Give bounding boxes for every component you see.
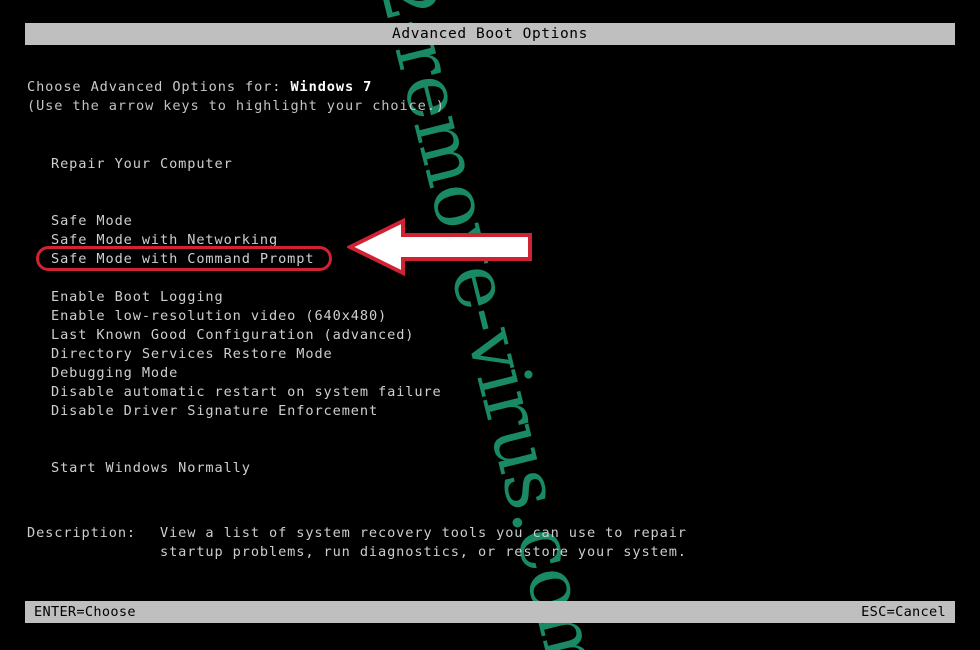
menu-item-enable-low-resolution-video[interactable]: Enable low-resolution video (640x480) xyxy=(51,307,442,326)
choose-options-line: Choose Advanced Options for: Windows 7 xyxy=(27,78,445,97)
window-title-bar: Advanced Boot Options xyxy=(25,23,955,45)
menu-item-repair-your-computer[interactable]: Repair Your Computer xyxy=(51,155,442,174)
description-block: Description: View a list of system recove… xyxy=(27,524,687,562)
menu-item-disable-driver-signature-enforcement[interactable]: Disable Driver Signature Enforcement xyxy=(51,402,442,421)
enter-key-hint[interactable]: ENTER=Choose xyxy=(34,604,136,620)
intro-text-block: Choose Advanced Options for: Windows 7 (… xyxy=(27,78,445,116)
menu-spacer xyxy=(51,421,442,459)
esc-key-hint[interactable]: ESC=Cancel xyxy=(861,604,946,620)
menu-item-last-known-good-configuration[interactable]: Last Known Good Configuration (advanced) xyxy=(51,326,442,345)
page-title: Advanced Boot Options xyxy=(392,26,588,42)
choose-options-prefix: Choose Advanced Options for: xyxy=(27,79,291,95)
menu-item-start-windows-normally[interactable]: Start Windows Normally xyxy=(51,459,442,478)
description-line-1: View a list of system recovery tools you… xyxy=(160,525,687,541)
menu-spacer xyxy=(51,174,442,212)
footer-key-hints-bar: ENTER=Choose ESC=Cancel xyxy=(25,601,955,623)
menu-item-disable-automatic-restart[interactable]: Disable automatic restart on system fail… xyxy=(51,383,442,402)
menu-item-directory-services-restore-mode[interactable]: Directory Services Restore Mode xyxy=(51,345,442,364)
description-text: View a list of system recovery tools you… xyxy=(160,524,687,562)
boot-options-screen: 2-remove-virus.com Advanced Boot Options… xyxy=(0,0,980,650)
boot-options-menu: Repair Your Computer Safe Mode Safe Mode… xyxy=(51,155,442,478)
menu-item-debugging-mode[interactable]: Debugging Mode xyxy=(51,364,442,383)
left-pointing-arrow-icon xyxy=(347,218,532,276)
os-name: Windows 7 xyxy=(290,79,373,95)
arrow-keys-hint: (Use the arrow keys to highlight your ch… xyxy=(27,98,445,114)
menu-item-enable-boot-logging[interactable]: Enable Boot Logging xyxy=(51,288,442,307)
description-line-2: startup problems, run diagnostics, or re… xyxy=(160,544,687,560)
description-label: Description: xyxy=(27,525,137,541)
